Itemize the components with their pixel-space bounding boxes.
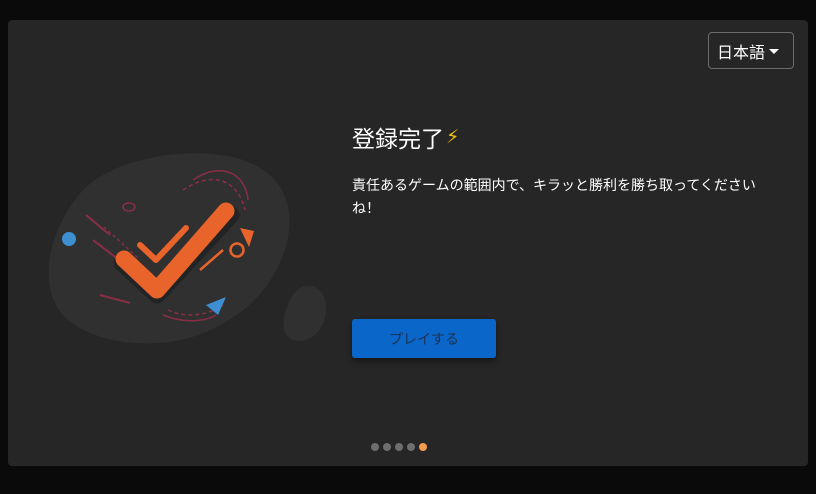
onboarding-card: 日本語 登録完了 ⚡ 責任あるゲームの範囲内で、キラッと勝利を勝ち取ってください… [8, 20, 808, 466]
description-text: 責任あるゲームの範囲内で、キラッと勝利を勝ち取ってくださいね！ [352, 178, 756, 217]
caret-down-icon [769, 49, 779, 54]
language-select-value: 日本語 [717, 42, 766, 62]
pagination-dot[interactable] [383, 443, 391, 451]
play-button[interactable]: プレイする [352, 319, 496, 358]
title-text: 登録完了 [352, 127, 444, 153]
pagination-dot[interactable] [395, 443, 403, 451]
pagination-dots [371, 443, 427, 451]
pagination-dot[interactable] [371, 443, 379, 451]
lightning-icon: ⚡ [446, 126, 460, 148]
page-title: 登録完了 ⚡ [352, 120, 459, 154]
pagination-dot[interactable] [407, 443, 415, 451]
success-checkmark-illustration [48, 153, 327, 344]
language-select[interactable]: 日本語 [708, 32, 794, 69]
pagination-dot-active[interactable] [419, 443, 427, 451]
